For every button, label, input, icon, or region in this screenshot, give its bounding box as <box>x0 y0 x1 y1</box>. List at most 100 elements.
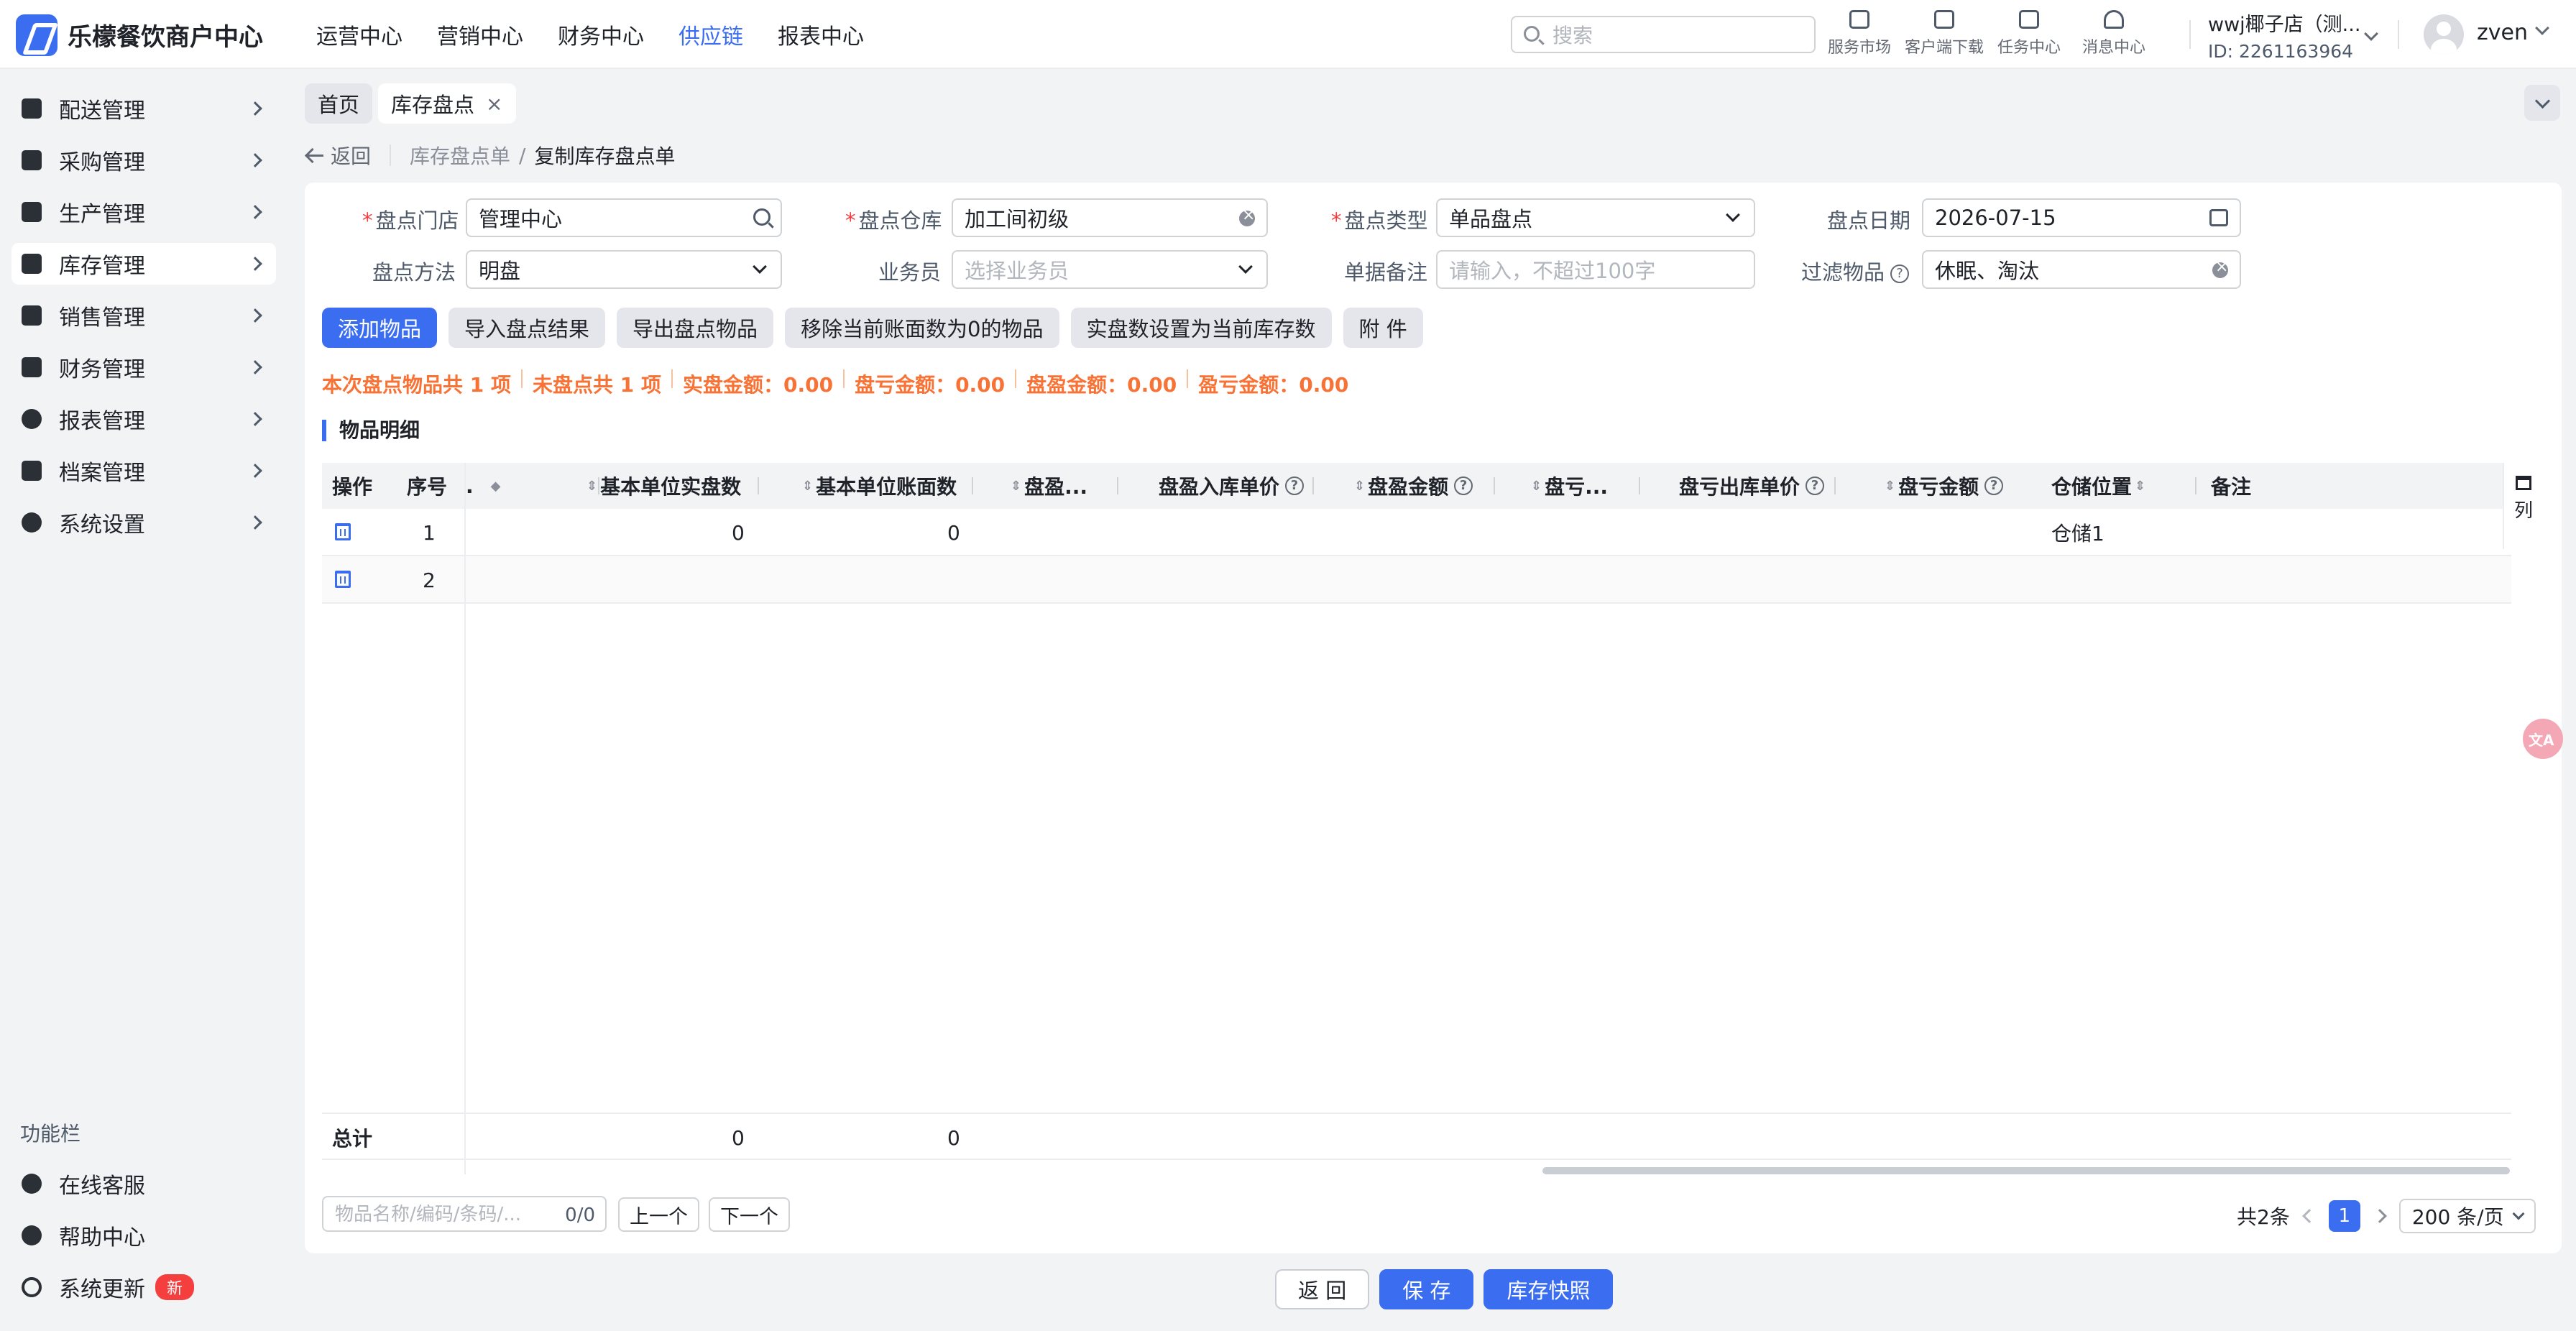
col-book-qty[interactable]: ⇕ 基本单位账面数 <box>802 463 957 509</box>
brand-logo[interactable] <box>16 14 58 56</box>
delete-icon[interactable] <box>335 523 351 540</box>
user-name[interactable]: zven <box>2477 20 2528 45</box>
help-circle-icon[interactable]: ? <box>1454 476 1473 495</box>
help-circle-icon[interactable]: ? <box>1984 476 2004 495</box>
col-loss-amount[interactable]: ⇕ 盘亏金额? <box>1885 463 2004 509</box>
chevron-down-icon[interactable] <box>2535 21 2549 35</box>
store-switcher[interactable]: wwj椰子店（测... ID: 2261163964 <box>2208 9 2378 62</box>
item-finder[interactable]: 0/0 <box>322 1196 607 1232</box>
clear-icon[interactable] <box>2212 258 2228 278</box>
warehouse-field[interactable]: 加工间初级 <box>952 198 1268 237</box>
chevron-left-icon[interactable] <box>2301 1209 2317 1223</box>
tabs-collapse-button[interactable] <box>2524 85 2560 121</box>
clerk-select[interactable]: 选择业务员 <box>952 250 1268 289</box>
nav-operations[interactable]: 运营中心 <box>316 19 402 50</box>
avatar[interactable] <box>2424 14 2464 55</box>
filter-field[interactable]: 休眠、淘汰 <box>1922 250 2241 289</box>
col-divider[interactable] <box>1494 477 1495 494</box>
attachment-button[interactable]: 附 件 <box>1343 308 1423 348</box>
col-divider[interactable] <box>758 477 759 494</box>
help-circle-icon[interactable]: ? <box>1285 476 1305 495</box>
sidebar-item-production[interactable]: 生产管理 <box>12 191 276 233</box>
tab-stocktake[interactable]: 库存盘点 × <box>378 83 516 124</box>
breadcrumb-stocktake-list[interactable]: 库存盘点单 <box>410 141 510 170</box>
sidebar-item-purchase[interactable]: 采购管理 <box>12 139 276 181</box>
nav-reports[interactable]: 报表中心 <box>778 19 864 50</box>
col-gain-amount[interactable]: ⇕ 盘盈金额? <box>1354 463 1473 509</box>
col-location[interactable]: 仓储位置 ⇕ <box>2051 463 2148 509</box>
col-divider[interactable] <box>2195 477 2196 494</box>
back-link[interactable]: 返回 <box>308 141 371 170</box>
store-field[interactable]: 管理中心 <box>466 198 782 237</box>
cell-actual-qty[interactable]: 0 <box>732 509 745 556</box>
sidebar-item-help[interactable]: 帮助中心 <box>12 1215 276 1256</box>
search-input[interactable] <box>1552 23 1804 47</box>
sidebar-item-settings[interactable]: 系统设置 <box>12 502 276 543</box>
method-select[interactable]: 明盘 <box>466 250 782 289</box>
tool-task-center[interactable]: 任务中心 <box>1994 9 2064 57</box>
global-search[interactable] <box>1511 16 1816 53</box>
col-divider[interactable] <box>1117 477 1118 494</box>
add-item-button[interactable]: 添加物品 <box>322 308 438 348</box>
horizontal-scrollbar[interactable] <box>1542 1167 2510 1174</box>
stock-snapshot-button[interactable]: 库存快照 <box>1484 1269 1614 1309</box>
finder-prev-button[interactable]: 上一个 <box>618 1197 699 1232</box>
return-button[interactable]: 返 回 <box>1275 1269 1370 1309</box>
col-gain-qty[interactable]: ⇕ 盘盈... <box>1011 463 1087 509</box>
col-divider[interactable] <box>972 477 973 494</box>
cell-location[interactable]: 仓储1 <box>2051 509 2104 556</box>
save-button[interactable]: 保 存 <box>1379 1269 1474 1309</box>
date-picker[interactable]: 2026-07-15 <box>1922 198 2241 237</box>
sidebar-item-delivery[interactable]: 配送管理 <box>12 88 276 129</box>
sidebar-item-system-update[interactable]: 系统更新 新 <box>12 1266 276 1308</box>
type-select[interactable]: 单品盘点 <box>1436 198 1755 237</box>
finder-next-button[interactable]: 下一个 <box>709 1197 790 1232</box>
help-circle-icon[interactable]: ? <box>1806 476 1825 495</box>
nav-finance[interactable]: 财务中心 <box>558 19 644 50</box>
remove-zero-book-button[interactable]: 移除当前账面数为0的物品 <box>785 308 1059 348</box>
translate-icon[interactable] <box>2523 719 2563 759</box>
column-setting-button[interactable]: 列 <box>2503 463 2543 549</box>
table-row[interactable]: 2 <box>322 556 2511 604</box>
tool-message-center[interactable]: 消息中心 <box>2079 9 2149 57</box>
chevron-right-icon[interactable] <box>2372 1209 2387 1223</box>
sidebar-item-sales[interactable]: 销售管理 <box>12 295 276 336</box>
tool-client-download[interactable]: 客户端下载 <box>1905 9 1984 57</box>
close-icon[interactable]: × <box>486 92 502 116</box>
tool-service-market[interactable]: 服务市场 <box>1824 9 1895 57</box>
calendar-icon[interactable] <box>2209 209 2228 226</box>
sidebar-item-finance[interactable]: 财务管理 <box>12 346 276 388</box>
remark-input[interactable]: 请输入，不超过100字 <box>1436 250 1755 289</box>
col-divider[interactable] <box>1312 477 1314 494</box>
sidebar-item-reports[interactable]: 报表管理 <box>12 398 276 440</box>
item-finder-input[interactable] <box>335 1203 551 1226</box>
sidebar-item-archive[interactable]: 档案管理 <box>12 450 276 492</box>
bell-icon <box>2104 10 2124 29</box>
search-icon[interactable] <box>753 208 770 226</box>
delete-icon[interactable] <box>335 571 351 588</box>
export-items-button[interactable]: 导出盘点物品 <box>617 308 774 348</box>
set-actual-to-stock-button[interactable]: 实盘数设置为当前库存数 <box>1070 308 1332 348</box>
sidebar-item-label: 档案管理 <box>59 461 145 486</box>
sidebar-item-inventory[interactable]: 库存管理 <box>12 243 276 285</box>
cell-book-qty: 0 <box>947 520 960 545</box>
chevron-right-icon <box>248 257 262 271</box>
clear-icon[interactable] <box>1239 206 1255 226</box>
col-loss-qty[interactable]: ⇕ 盘亏... <box>1531 463 1608 509</box>
col-truncated[interactable]: . ◆ <box>466 463 503 509</box>
help-circle-icon[interactable]: ? <box>1890 264 1910 283</box>
page-size-select[interactable]: 200 条/页 <box>2398 1199 2536 1233</box>
shop-bag-icon <box>1849 10 1869 29</box>
import-results-button[interactable]: 导入盘点结果 <box>448 308 606 348</box>
nav-supply-chain[interactable]: 供应链 <box>678 19 743 50</box>
nav-marketing[interactable]: 营销中心 <box>437 19 523 50</box>
col-actual-qty[interactable]: ⇕ 基本单位实盘数 <box>586 463 741 509</box>
sidebar-item-online-service[interactable]: 在线客服 <box>12 1163 276 1205</box>
pagination-current-page[interactable]: 1 <box>2328 1200 2360 1232</box>
bottom-actions: 返 回 保 存 库存快照 <box>1275 1269 1614 1309</box>
col-divider[interactable] <box>1834 477 1836 494</box>
tab-home[interactable]: 首页 <box>305 83 373 124</box>
table-row[interactable]: 1 0 0 仓储1 <box>322 509 2511 556</box>
clerk-label: 业务员 <box>878 256 941 286</box>
col-divider[interactable] <box>1639 477 1640 494</box>
